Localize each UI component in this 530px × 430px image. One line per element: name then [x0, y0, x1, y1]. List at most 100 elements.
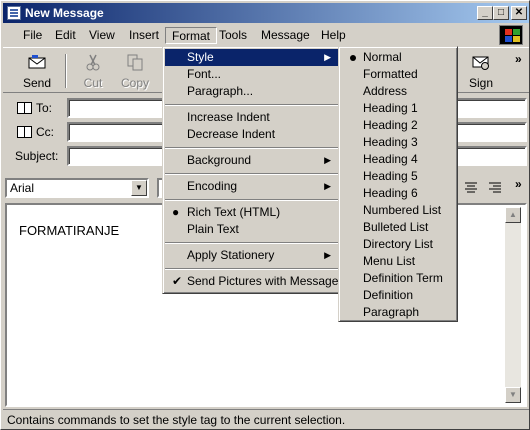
style-option-label: Heading 2	[363, 118, 418, 132]
menu-item-increase-indent[interactable]: Increase Indent	[165, 109, 339, 126]
menu-item-label: Apply Stationery	[187, 248, 275, 262]
style-option[interactable]: Bulleted List	[341, 219, 455, 236]
style-option[interactable]: Directory List	[341, 236, 455, 253]
menu-item-label: Plain Text	[187, 222, 239, 236]
style-option[interactable]: Numbered List	[341, 202, 455, 219]
copy-icon	[127, 54, 143, 71]
style-option[interactable]: Definition Term	[341, 270, 455, 287]
close-button[interactable]: ✕	[511, 6, 527, 20]
style-option[interactable]: Heading 1	[341, 100, 455, 117]
menu-item-label: Font...	[187, 67, 222, 81]
style-option[interactable]: Heading 2	[341, 117, 455, 134]
style-option[interactable]: Heading 3	[341, 134, 455, 151]
style-submenu: Normal Formatted Address Heading 1 Headi…	[338, 46, 458, 322]
submenu-arrow-icon: ▶	[324, 181, 331, 191]
menu-item-encoding[interactable]: Encoding ▶	[165, 178, 339, 195]
menu-item-label: Decrease Indent	[187, 127, 276, 141]
style-option[interactable]: Heading 6	[341, 185, 455, 202]
radio-dot-icon	[350, 55, 356, 61]
style-option-label: Heading 3	[363, 135, 418, 149]
style-option-label: Normal	[363, 50, 402, 64]
style-option-label: Paragraph	[363, 305, 420, 319]
radio-dot-icon: ●	[172, 205, 180, 219]
menu-edit[interactable]: Edit	[49, 27, 82, 44]
status-bar: Contains commands to set the style tag t…	[3, 409, 529, 429]
menu-separator	[165, 242, 339, 244]
sign-label: Sign	[468, 76, 494, 90]
send-label: Send	[22, 76, 52, 90]
menu-item-label: Increase Indent	[187, 110, 270, 124]
address-book-icon[interactable]	[17, 126, 32, 138]
menu-tools[interactable]: Tools	[213, 27, 253, 44]
sign-button[interactable]: Sign	[455, 52, 507, 92]
style-option[interactable]: Menu List	[341, 253, 455, 270]
style-option[interactable]: Paragraph	[341, 304, 455, 321]
font-select-value: Arial	[10, 181, 35, 195]
checkmark-icon: ✔	[172, 274, 183, 288]
menu-view[interactable]: View	[83, 27, 121, 44]
menu-separator	[165, 199, 339, 201]
menu-help[interactable]: Help	[315, 27, 352, 44]
minimize-button[interactable]: _	[477, 6, 493, 20]
status-text: Contains commands to set the style tag t…	[7, 413, 346, 427]
menu-item-label: Send Pictures with Message	[187, 274, 339, 288]
submenu-arrow-icon: ▶	[324, 52, 331, 62]
address-book-icon[interactable]	[17, 102, 32, 114]
menu-separator	[165, 104, 339, 106]
style-option[interactable]: Definition	[341, 287, 455, 304]
title-bar[interactable]: New Message _ □ ✕	[3, 3, 529, 23]
style-option[interactable]: Heading 5	[341, 168, 455, 185]
format-menu: Style ▶ Font... Paragraph... Increase In…	[162, 46, 342, 294]
scroll-down-arrow-icon[interactable]: ▼	[505, 387, 521, 403]
style-option-label: Heading 5	[363, 169, 418, 183]
menu-item-paragraph[interactable]: Paragraph...	[165, 83, 339, 100]
message-icon	[7, 6, 21, 20]
menu-message[interactable]: Message	[255, 27, 316, 44]
menu-item-background[interactable]: Background ▶	[165, 152, 339, 169]
menu-item-style[interactable]: Style ▶	[165, 49, 339, 66]
style-option-label: Address	[363, 84, 408, 98]
menu-item-rich-text[interactable]: ● Rich Text (HTML)	[165, 204, 339, 221]
menu-item-font[interactable]: Font...	[165, 66, 339, 83]
toolbar-more-button[interactable]: »	[515, 52, 522, 66]
menu-item-send-pictures[interactable]: ✔ Send Pictures with Message	[165, 273, 339, 290]
message-body-text: FORMATIRANJE	[19, 223, 120, 238]
scroll-up-arrow-icon[interactable]: ▲	[505, 207, 521, 223]
style-option[interactable]: Normal	[341, 49, 455, 66]
chevron-down-icon[interactable]: ▼	[131, 180, 147, 196]
menu-item-plain-text[interactable]: Plain Text	[165, 221, 339, 238]
windows-logo-icon	[499, 25, 523, 45]
menu-file[interactable]: File	[17, 27, 48, 44]
menu-item-label: Encoding	[187, 179, 238, 193]
submenu-arrow-icon: ▶	[324, 155, 331, 165]
menu-format[interactable]: Format	[165, 27, 218, 44]
align-center-icon[interactable]	[464, 181, 478, 195]
sign-icon	[472, 56, 489, 70]
send-button[interactable]: Send	[11, 52, 63, 92]
style-option[interactable]: Heading 4	[341, 151, 455, 168]
maximize-button[interactable]: □	[493, 6, 509, 20]
style-option-label: Bulleted List	[363, 220, 429, 234]
style-option[interactable]: Formatted	[341, 66, 455, 83]
submenu-arrow-icon: ▶	[324, 250, 331, 260]
menu-insert[interactable]: Insert	[123, 27, 165, 44]
menu-item-label: Paragraph...	[187, 84, 254, 98]
menu-item-decrease-indent[interactable]: Decrease Indent	[165, 126, 339, 143]
menu-item-apply-stationery[interactable]: Apply Stationery ▶	[165, 247, 339, 264]
copy-button[interactable]: Copy	[109, 52, 161, 92]
menu-item-label: Background	[187, 153, 252, 167]
window-title: New Message	[25, 6, 104, 20]
align-right-icon[interactable]	[488, 181, 502, 195]
subject-label: Subject:	[15, 149, 59, 163]
formatbar-more-button[interactable]: »	[515, 177, 522, 191]
style-option-label: Directory List	[363, 237, 434, 251]
scissors-icon	[86, 54, 100, 71]
menu-item-label: Style	[187, 50, 214, 64]
style-option[interactable]: Address	[341, 83, 455, 100]
vertical-scrollbar[interactable]: ▲ ▼	[505, 207, 521, 403]
font-select[interactable]: Arial ▼	[5, 178, 149, 198]
menu-item-label: Rich Text (HTML)	[187, 205, 281, 219]
style-option-label: Heading 4	[363, 152, 418, 166]
style-option-label: Formatted	[363, 67, 418, 81]
menu-separator	[165, 147, 339, 149]
